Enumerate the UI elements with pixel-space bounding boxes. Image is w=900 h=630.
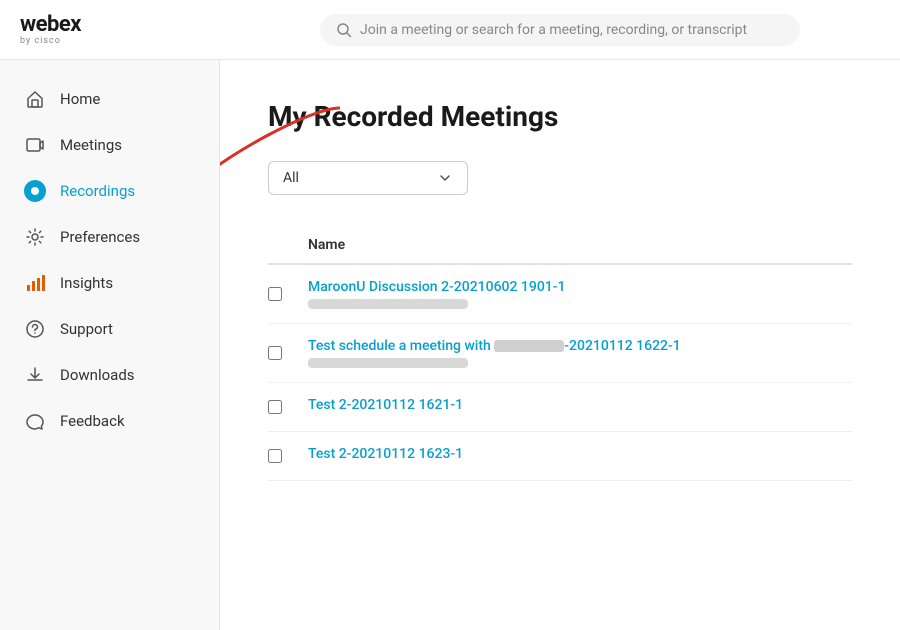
header-name: Name [308,237,345,253]
search-icon [336,22,352,38]
sidebar-label-downloads: Downloads [60,366,135,384]
search-placeholder: Join a meeting or search for a meeting, … [360,22,747,38]
row-info-3: Test 2-20210112 1621-1 [308,397,852,417]
row-subtitle-2 [308,358,468,368]
sidebar-item-preferences[interactable]: Preferences [0,214,219,260]
filter-selected: All [283,170,299,186]
sidebar-label-insights: Insights [60,274,113,292]
sidebar-item-feedback[interactable]: Feedback [0,398,219,444]
sidebar-item-home[interactable]: Home [0,76,219,122]
sidebar-label-feedback: Feedback [60,412,125,430]
sidebar-label-meetings: Meetings [60,136,122,154]
checkbox-1[interactable] [268,287,282,301]
row-title-4[interactable]: Test 2-20210112 1623-1 [308,446,852,462]
row-info-4: Test 2-20210112 1623-1 [308,446,852,466]
page-title: My Recorded Meetings [268,100,852,133]
logo-area: webex by cisco [20,14,240,46]
checkbox-2[interactable] [268,346,282,360]
filter-dropdown[interactable]: All [268,161,468,195]
chevron-down-icon [437,170,453,186]
sidebar-item-downloads[interactable]: Downloads [0,352,219,398]
row-title-1[interactable]: MaroonU Discussion 2-20210602 1901-1 [308,279,852,295]
sidebar-item-support[interactable]: Support [0,306,219,352]
sidebar-label-preferences: Preferences [60,228,140,246]
insights-icon [24,272,46,294]
search-input-wrap[interactable]: Join a meeting or search for a meeting, … [320,14,800,46]
table-header: Name [268,227,852,265]
row-info-2: Test schedule a meeting with -20210112 1… [308,338,852,368]
main-layout: Home Meetings Recordings [0,60,900,630]
table-row: Test 2-20210112 1623-1 [268,432,852,481]
sidebar-label-recordings: Recordings [60,182,135,200]
row-checkbox-4[interactable] [268,449,308,463]
sidebar-item-meetings[interactable]: Meetings [0,122,219,168]
sidebar-label-support: Support [60,320,113,338]
table-row: Test 2-20210112 1621-1 [268,383,852,432]
meetings-icon [24,134,46,156]
feedback-icon [24,410,46,432]
logo-webex: webex [20,14,81,36]
row-title-3[interactable]: Test 2-20210112 1621-1 [308,397,852,413]
logo-cisco: by cisco [20,37,81,46]
home-icon [24,88,46,110]
recordings-icon [24,180,46,202]
logo: webex by cisco [20,14,81,46]
row-checkbox-1[interactable] [268,287,308,301]
sidebar: Home Meetings Recordings [0,60,220,630]
topbar: webex by cisco Join a meeting or search … [0,0,900,60]
table-row: Test schedule a meeting with -20210112 1… [268,324,852,383]
checkbox-4[interactable] [268,449,282,463]
downloads-icon [24,364,46,386]
table-row: MaroonU Discussion 2-20210602 1901-1 [268,265,852,324]
sidebar-item-recordings[interactable]: Recordings [0,168,219,214]
row-info-1: MaroonU Discussion 2-20210602 1901-1 [308,279,852,309]
content-area: My Recorded Meetings All Name MaroonU Di… [220,60,900,630]
preferences-icon [24,226,46,248]
support-icon [24,318,46,340]
checkbox-3[interactable] [268,400,282,414]
search-bar: Join a meeting or search for a meeting, … [240,14,880,46]
row-title-2[interactable]: Test schedule a meeting with -20210112 1… [308,338,852,354]
row-checkbox-2[interactable] [268,346,308,360]
sidebar-label-home: Home [60,90,100,108]
sidebar-item-insights[interactable]: Insights [0,260,219,306]
row-checkbox-3[interactable] [268,400,308,414]
row-subtitle-1 [308,299,468,309]
